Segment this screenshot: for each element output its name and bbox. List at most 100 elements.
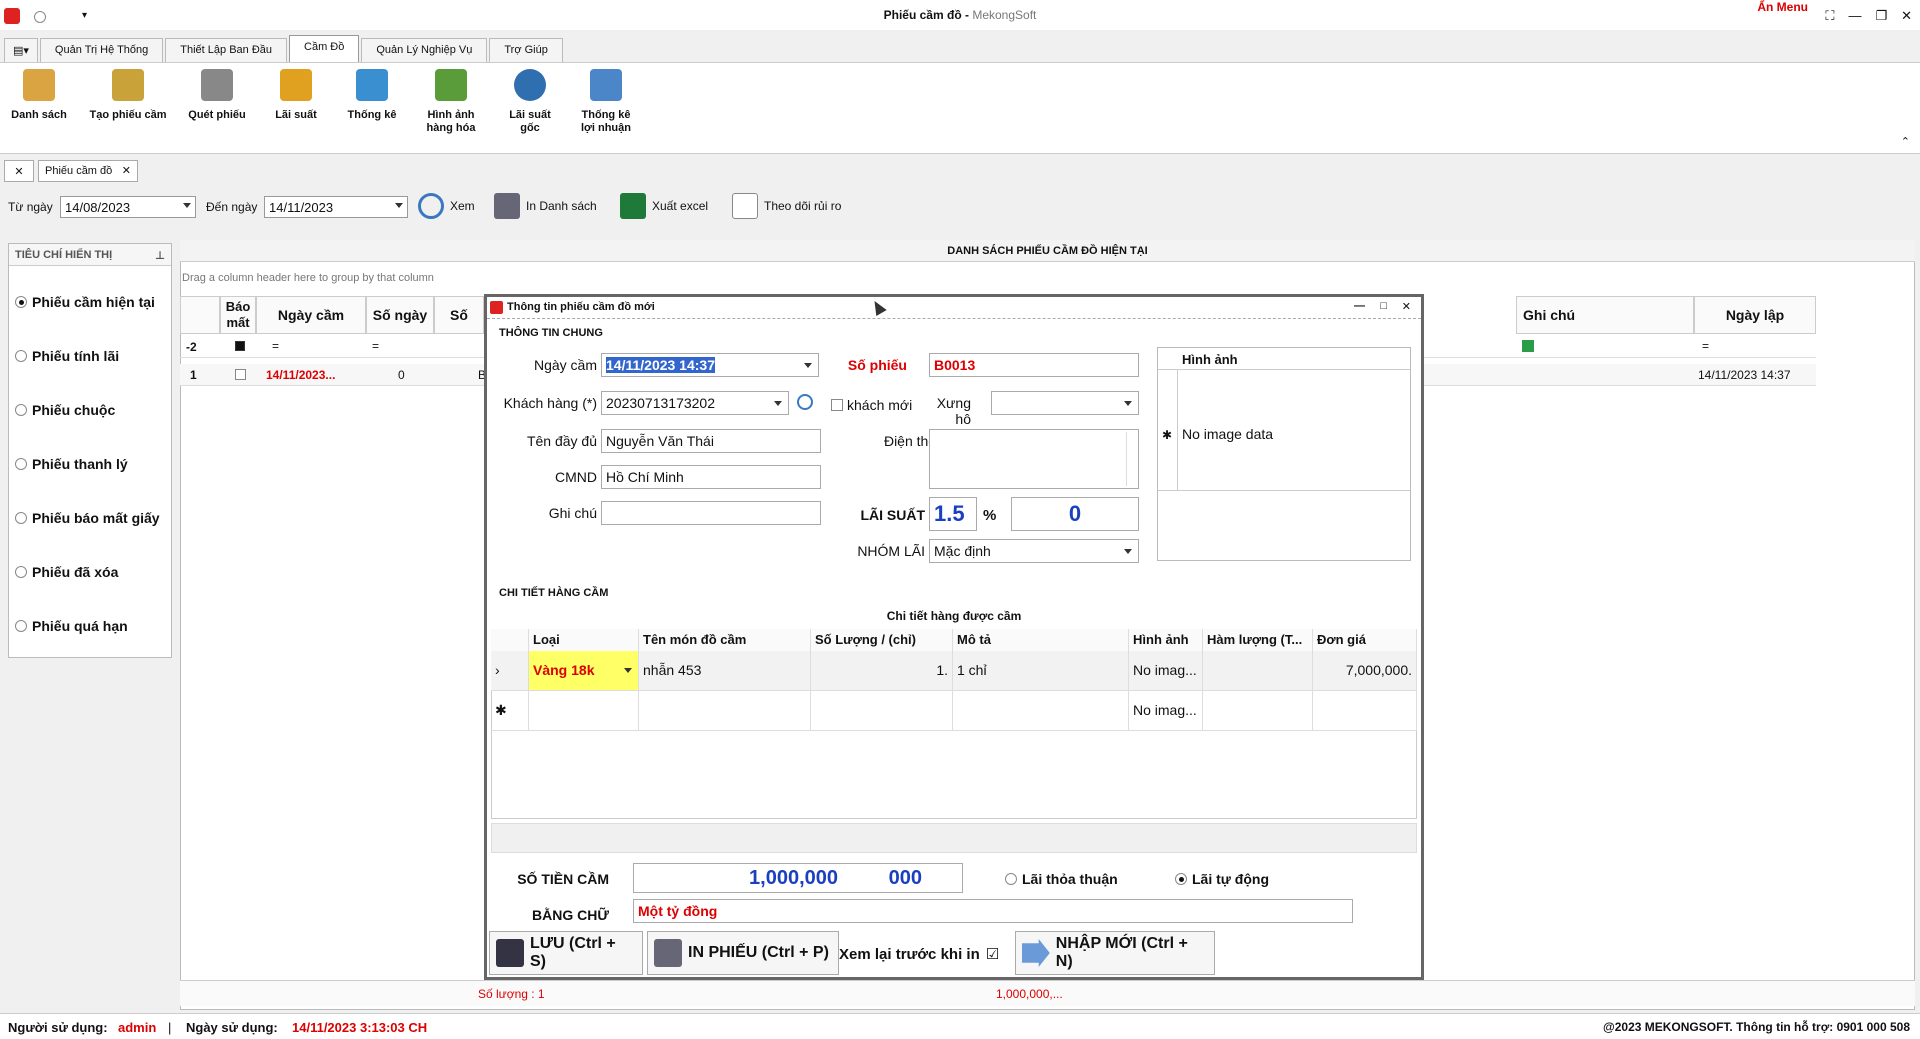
col-header-row-indicator	[180, 296, 220, 334]
bang-chu-input[interactable]: Một tỷ đồng	[633, 899, 1353, 923]
col-ngay-cam[interactable]: Ngày cầm	[256, 296, 366, 334]
lai-value-input[interactable]: 0	[1011, 497, 1139, 531]
tao-phieu-cam-button[interactable]: Tạo phiếu cầm	[84, 69, 172, 122]
lai-suat-button[interactable]: Lãi suất	[266, 69, 326, 122]
ghi-chu-input[interactable]	[601, 501, 821, 525]
loai-cell[interactable]: Vàng 18k	[529, 651, 639, 691]
filter-eq-ngay-cam[interactable]: =	[272, 339, 279, 353]
khach-hang-input[interactable]: 20230713173202	[601, 391, 789, 415]
chevron-down-icon[interactable]	[395, 203, 403, 208]
dialog-close-icon[interactable]: ✕	[1402, 300, 1411, 313]
col-ngay-lap[interactable]: Ngày lập	[1694, 296, 1816, 334]
cmnd-input[interactable]: Hồ Chí Minh	[601, 465, 821, 489]
col-ghi-chu[interactable]: Ghi chú	[1516, 296, 1694, 334]
from-date-input[interactable]: 14/08/2023	[60, 196, 196, 218]
fullscreen-icon[interactable]: ⛶	[1825, 8, 1834, 24]
option-qua-han[interactable]: Phiếu quá hạn	[15, 618, 128, 634]
col-bao-mat[interactable]: Báo mất	[220, 296, 256, 334]
app-menu-button[interactable]: ▤▾	[4, 38, 38, 62]
filter-eq-ngay-lap[interactable]: =	[1702, 339, 1709, 353]
col-ten-mon[interactable]: Tên món đồ cầm	[639, 629, 811, 651]
danh-sach-button[interactable]: Danh sách	[8, 69, 70, 122]
lai-suat-goc-button[interactable]: Lãi suất gốc	[500, 69, 560, 135]
quet-phieu-button[interactable]: Quét phiếu	[184, 69, 250, 122]
tab-tro-giup[interactable]: Trợ Giúp	[489, 38, 563, 62]
restore-icon[interactable]: ❐	[1875, 8, 1887, 24]
don-gia-cell[interactable]: 7,000,000.	[1313, 651, 1417, 691]
chevron-down-icon[interactable]	[1124, 549, 1132, 554]
so-phieu-input[interactable]: B0013	[929, 353, 1139, 377]
chevron-down-icon[interactable]	[1124, 401, 1132, 406]
col-mo-ta[interactable]: Mô tả	[953, 629, 1129, 651]
ten-day-du-input[interactable]: Nguyễn Văn Thái	[601, 429, 821, 453]
pin-icon[interactable]: ⊥	[155, 249, 165, 262]
filter-checkbox[interactable]	[235, 341, 245, 351]
option-da-xoa[interactable]: Phiếu đã xóa	[15, 564, 118, 580]
view-button[interactable]: Xem	[418, 193, 475, 219]
print-button[interactable]: IN PHIẾU (Ctrl + P)	[647, 931, 839, 975]
save-button[interactable]: LƯU (Ctrl + S)	[489, 931, 643, 975]
col-ham-luong[interactable]: Hàm lượng (T...	[1203, 629, 1313, 651]
close-tab-icon[interactable]: ✕	[122, 164, 131, 177]
customer-search-icon[interactable]	[797, 394, 813, 410]
so-tien-input[interactable]: 1,000,000 000	[633, 863, 963, 893]
review-before-print[interactable]: Xem lại trước khi in ☑	[839, 945, 999, 964]
ham-luong-cell[interactable]	[1203, 651, 1313, 691]
to-date-input[interactable]: 14/11/2023	[264, 196, 408, 218]
option-thanh-ly[interactable]: Phiếu thanh lý	[15, 456, 128, 472]
dien-thoai-textarea[interactable]	[929, 429, 1139, 489]
col-so[interactable]: Số	[434, 296, 484, 334]
hide-menu-link[interactable]: Ẩn Menu	[1757, 0, 1808, 14]
radio-icon	[1005, 873, 1017, 885]
collapse-ribbon-icon[interactable]: ⌃	[1901, 135, 1910, 148]
lai-suat-input[interactable]: 1.5	[929, 497, 977, 531]
scrollbar[interactable]	[1126, 432, 1136, 486]
hinh-anh-cell[interactable]: No imag...	[1129, 651, 1203, 691]
chevron-down-icon[interactable]	[804, 363, 812, 368]
nhom-lai-select[interactable]: Mặc định	[929, 539, 1139, 563]
col-so-luong[interactable]: Số Lượng / (chỉ)	[811, 629, 953, 651]
dialog-maximize-icon[interactable]: □	[1380, 300, 1387, 312]
tab-cam-do[interactable]: Cầm Đồ	[289, 35, 360, 62]
option-hien-tai[interactable]: Phiếu cầm hiện tại	[15, 294, 155, 310]
khach-moi-checkbox[interactable]: khách mới	[831, 397, 912, 413]
thong-ke-button[interactable]: Thống kê	[342, 69, 402, 122]
print-list-button[interactable]: In Danh sách	[494, 193, 597, 219]
option-bao-mat[interactable]: Phiếu báo mất giấy	[15, 510, 160, 526]
row-checkbox[interactable]	[235, 369, 246, 380]
hinh-anh-button[interactable]: Hình ảnh hàng hóa	[418, 69, 484, 135]
filter-ghi-chu-icon[interactable]	[1522, 340, 1534, 352]
filter-eq-so-ngay[interactable]: =	[372, 339, 379, 353]
risk-tracking-button[interactable]: Theo dõi rủi ro	[732, 193, 841, 219]
chevron-down-icon[interactable]	[183, 203, 191, 208]
lai-thoa-thuan-radio[interactable]: Lãi thỏa thuận	[1005, 871, 1118, 887]
check-icon[interactable]: ☑	[986, 945, 999, 963]
export-excel-button[interactable]: Xuất excel	[620, 193, 708, 219]
minimize-icon[interactable]: —	[1848, 8, 1861, 24]
col-loai[interactable]: Loại	[529, 629, 639, 651]
tab-thiet-lap[interactable]: Thiết Lập Ban Đầu	[165, 38, 288, 62]
xung-ho-select[interactable]	[991, 391, 1139, 415]
new-entry-button[interactable]: NHẬP MỚI (Ctrl + N)	[1015, 931, 1215, 975]
ngay-cam-input[interactable]: 14/11/2023 14:37	[601, 353, 819, 377]
col-so-ngay[interactable]: Số ngày	[366, 296, 434, 334]
so-luong-cell[interactable]: 1.	[811, 651, 953, 691]
option-chuoc[interactable]: Phiếu chuộc	[15, 402, 115, 418]
lai-tu-dong-radio[interactable]: Lãi tự động	[1175, 871, 1269, 887]
option-tinh-lai[interactable]: Phiếu tính lãi	[15, 348, 119, 364]
hinh-anh-cell[interactable]: No imag...	[1129, 691, 1203, 731]
col-hinh-anh[interactable]: Hình ảnh	[1129, 629, 1203, 651]
col-don-gia[interactable]: Đơn giá	[1313, 629, 1417, 651]
mo-ta-cell[interactable]: 1 chỉ	[953, 651, 1129, 691]
ten-cell[interactable]: nhẫn 453	[639, 651, 811, 691]
doc-tab-phieu-cam-do[interactable]: Phiếu cầm đồ ✕	[38, 160, 138, 182]
tab-quan-ly[interactable]: Quản Lý Nghiệp Vụ	[361, 38, 488, 62]
thong-ke-loi-nhuan-button[interactable]: Thống kê lợi nhuận	[574, 69, 638, 135]
close-all-tabs-icon[interactable]: ✕	[4, 160, 34, 182]
close-icon[interactable]: ✕	[1901, 8, 1912, 24]
dialog-minimize-icon[interactable]: —	[1354, 300, 1365, 312]
chevron-down-icon[interactable]	[774, 401, 782, 406]
dialog-title-bar: Thông tin phiếu cầm đồ mới — □ ✕	[487, 297, 1421, 319]
chevron-down-icon[interactable]	[624, 668, 632, 673]
tab-quan-tri[interactable]: Quản Trị Hệ Thống	[39, 38, 164, 62]
